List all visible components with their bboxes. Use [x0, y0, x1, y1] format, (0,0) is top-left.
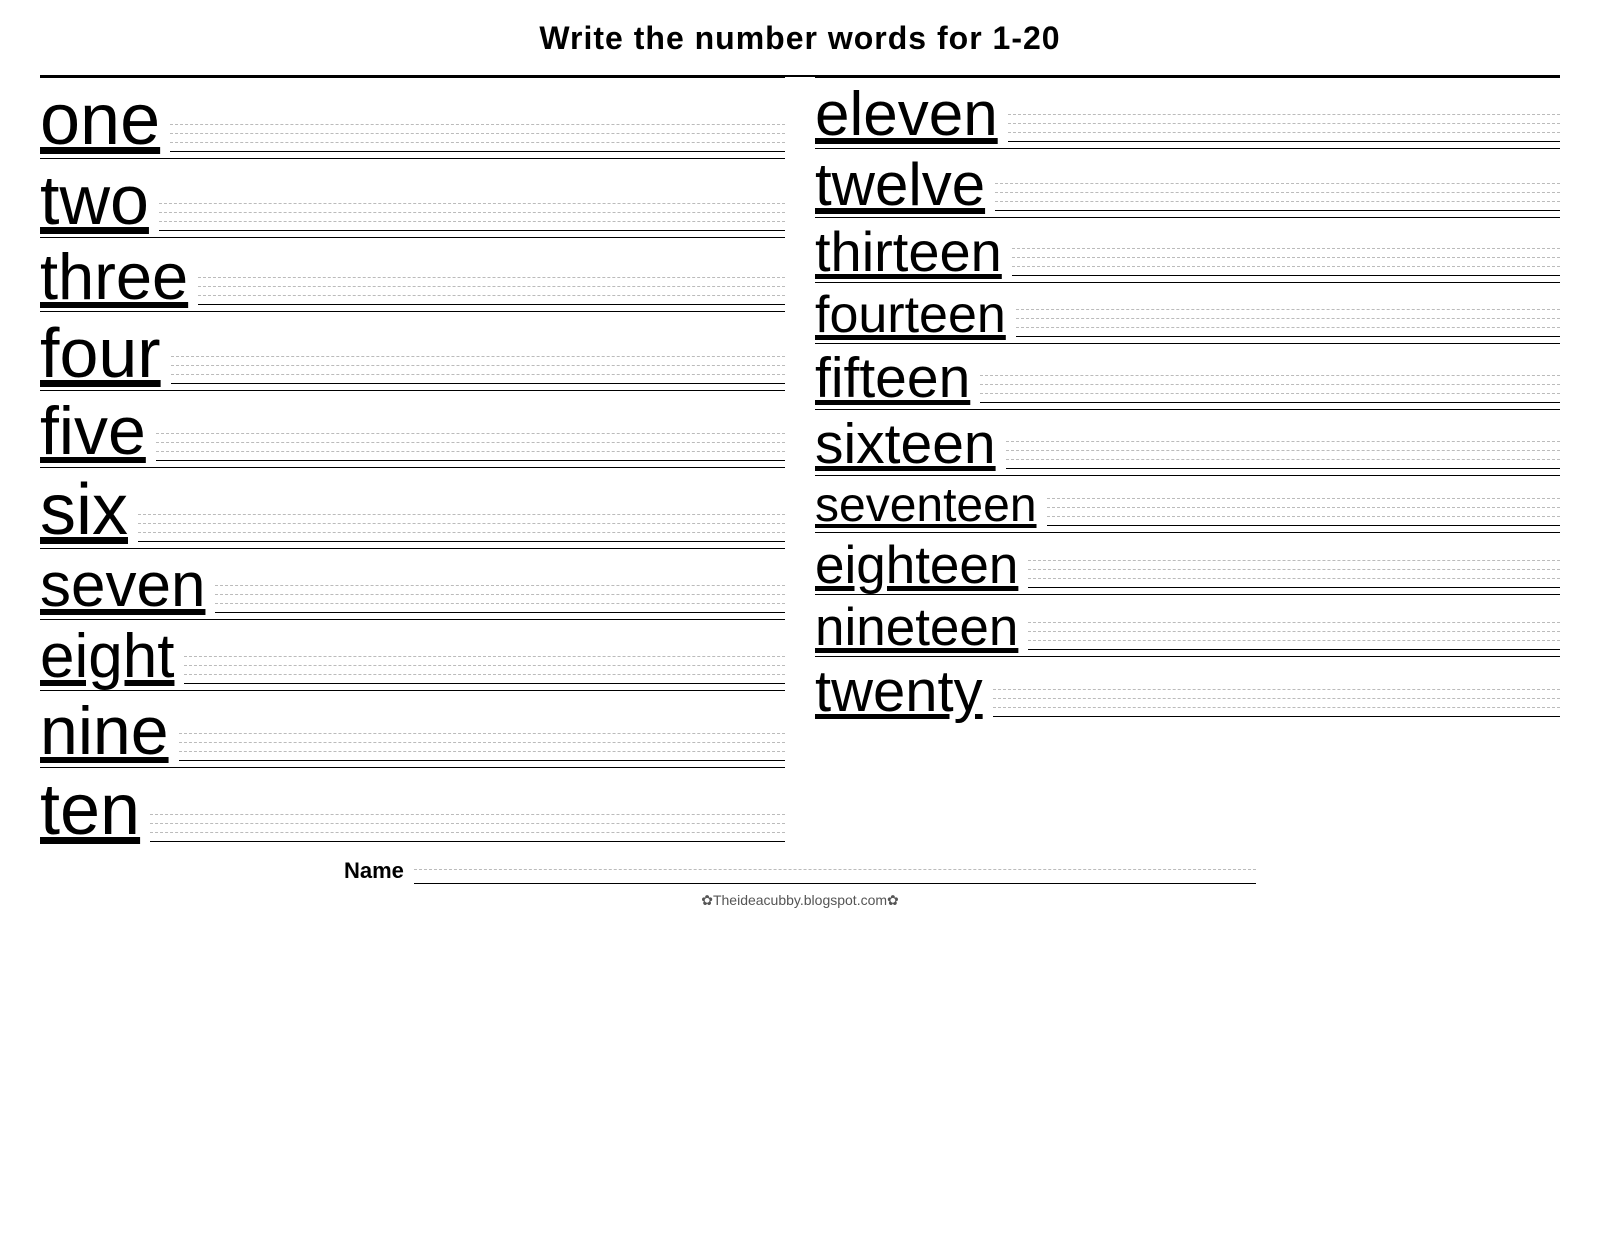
number-row-twelve: twelve	[815, 148, 1560, 217]
number-word-eighteen: eighteen	[815, 539, 1018, 592]
number-word-eleven: eleven	[815, 84, 998, 146]
number-row-twenty: twenty	[815, 656, 1560, 723]
number-row-six: six	[40, 467, 785, 548]
number-row-sixteen: sixteen	[815, 409, 1560, 475]
name-label: Name	[344, 858, 404, 884]
number-word-twelve: twelve	[815, 155, 985, 215]
number-word-eight: eight	[40, 626, 174, 688]
number-row-ten: ten	[40, 767, 785, 848]
number-row-five: five	[40, 390, 785, 467]
number-word-two: two	[40, 165, 149, 235]
number-word-six: six	[40, 474, 128, 546]
number-word-five: five	[40, 397, 146, 465]
number-row-three: three	[40, 237, 785, 311]
number-row-seventeen: seventeen	[815, 475, 1560, 532]
number-word-nineteen: nineteen	[815, 601, 1018, 654]
number-row-seven: seven	[40, 548, 785, 619]
number-word-seventeen: seventeen	[815, 482, 1037, 530]
number-word-sixteen: sixteen	[815, 416, 996, 473]
number-word-seven: seven	[40, 555, 205, 617]
number-word-three: three	[40, 244, 188, 309]
number-row-nine: nine	[40, 690, 785, 767]
number-row-two: two	[40, 158, 785, 237]
number-row-fifteen: fifteen	[815, 343, 1560, 409]
number-row-eighteen: eighteen	[815, 532, 1560, 594]
number-word-fourteen: fourteen	[815, 289, 1006, 341]
number-row-four: four	[40, 311, 785, 390]
number-word-one: one	[40, 84, 160, 156]
number-row-eight: eight	[40, 619, 785, 690]
number-word-nine: nine	[40, 697, 169, 765]
number-row-nineteen: nineteen	[815, 594, 1560, 656]
page-title: Write the number words for 1-20	[539, 20, 1060, 57]
number-word-ten: ten	[40, 774, 140, 846]
number-row-one: one	[40, 77, 785, 158]
number-word-fifteen: fifteen	[815, 350, 970, 407]
number-row-fourteen: fourteen	[815, 282, 1560, 343]
number-word-twenty: twenty	[815, 663, 983, 721]
number-row-thirteen: thirteen	[815, 217, 1560, 282]
number-word-four: four	[40, 318, 161, 388]
number-word-thirteen: thirteen	[815, 224, 1002, 280]
number-row-eleven: eleven	[815, 77, 1560, 148]
website-text: ✿Theideacubby.blogspot.com✿	[701, 892, 899, 909]
